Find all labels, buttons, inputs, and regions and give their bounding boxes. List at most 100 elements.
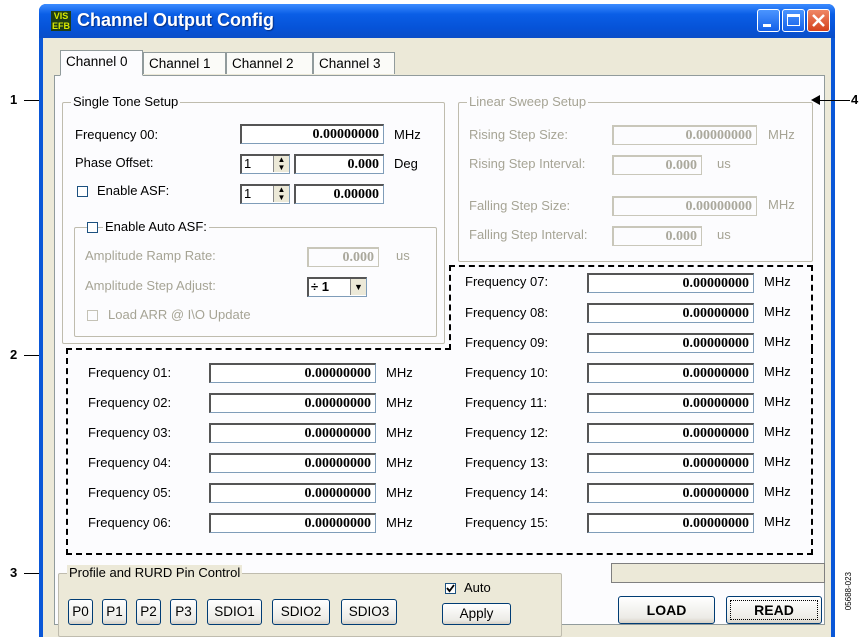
freq05-unit: MHz	[386, 485, 413, 500]
freq15-input[interactable]: 0.00000000	[587, 513, 754, 533]
freq05-label: Frequency 05:	[88, 485, 172, 500]
minimize-icon	[763, 24, 771, 27]
phase-step-spinner[interactable]: 1 ▲ ▼	[240, 154, 290, 174]
linear-sweep-legend: Linear Sweep Setup	[467, 94, 589, 109]
p2-button[interactable]: P2	[136, 599, 161, 625]
amplitude-step-adjust-value: ÷ 1	[311, 279, 329, 294]
freq03-input[interactable]: 0.00000000	[209, 423, 376, 443]
enable-auto-asf-legend: Enable Auto ASF:	[103, 219, 209, 234]
asf-step-spinner[interactable]: 1 ▲ ▼	[240, 184, 290, 204]
freq10-input[interactable]: 0.00000000	[587, 363, 754, 383]
tab-channel-0[interactable]: Channel 0	[60, 50, 143, 76]
sdio3-button[interactable]: SDIO3	[341, 599, 397, 625]
tab-channel-2[interactable]: Channel 2	[226, 52, 313, 74]
p1-button[interactable]: P1	[102, 599, 127, 625]
freq08-label: Frequency 08:	[465, 305, 549, 320]
freq12-label: Frequency 12:	[465, 425, 549, 440]
chevron-down-icon[interactable]: ▼	[350, 279, 366, 295]
freq03-label: Frequency 03:	[88, 425, 172, 440]
freq11-unit: MHz	[764, 394, 791, 409]
freq09-input[interactable]: 0.00000000	[587, 333, 754, 353]
figure-code: 05688-023	[844, 572, 853, 611]
spin-arrows-icon[interactable]: ▲ ▼	[273, 156, 289, 172]
falling-step-interval-label: Falling Step Interval:	[469, 227, 588, 242]
falling-step-size-label: Falling Step Size:	[469, 198, 571, 213]
minimize-button[interactable]	[757, 9, 780, 32]
callout-3: 3	[10, 565, 18, 580]
auto-asf-group: Enable Auto ASF: Amplitude Ramp Rate: 0.…	[74, 219, 437, 337]
falling-step-size-unit: MHz	[768, 197, 795, 212]
tab-channel-3[interactable]: Channel 3	[313, 52, 395, 74]
freq07-unit: MHz	[764, 274, 791, 289]
close-button[interactable]	[807, 9, 830, 32]
phase-offset-label: Phase Offset:	[75, 155, 154, 170]
amplitude-ramp-rate-unit: us	[396, 248, 410, 263]
freq11-input[interactable]: 0.00000000	[587, 393, 754, 413]
freq04-unit: MHz	[386, 455, 413, 470]
enable-asf-checkbox[interactable]	[77, 186, 88, 197]
callout-2: 2	[10, 347, 18, 362]
freq06-input[interactable]: 0.00000000	[209, 513, 376, 533]
rising-step-interval-label: Rising Step Interval:	[469, 156, 586, 171]
freq10-unit: MHz	[764, 364, 791, 379]
freq14-input[interactable]: 0.00000000	[587, 483, 754, 503]
spin-arrows-icon[interactable]: ▲ ▼	[273, 186, 289, 202]
tab-panel-channel-0: Single Tone Setup Frequency 00: 0.000000…	[54, 75, 825, 625]
falling-step-size-input[interactable]: 0.00000000	[612, 196, 757, 216]
frequency-profiles-highlight-top-join	[66, 348, 451, 350]
freq01-unit: MHz	[386, 365, 413, 380]
read-button[interactable]: READ	[726, 596, 822, 624]
sdio1-button[interactable]: SDIO1	[207, 599, 262, 625]
amplitude-ramp-rate-label: Amplitude Ramp Rate:	[85, 248, 216, 263]
freq01-input[interactable]: 0.00000000	[209, 363, 376, 383]
profile-pin-control-legend: Profile and RURD Pin Control	[67, 565, 243, 580]
enable-auto-asf-checkbox[interactable]	[87, 222, 98, 233]
freq02-input[interactable]: 0.00000000	[209, 393, 376, 413]
freq00-input[interactable]: 0.00000000	[240, 124, 384, 144]
freq09-label: Frequency 09:	[465, 335, 549, 350]
maximize-button[interactable]	[782, 9, 805, 32]
freq02-unit: MHz	[386, 395, 413, 410]
falling-step-interval-input[interactable]: 0.000	[612, 226, 702, 246]
apply-button[interactable]: Apply	[442, 603, 511, 625]
p0-button[interactable]: P0	[68, 599, 93, 625]
phase-offset-input[interactable]: 0.000	[294, 154, 384, 174]
freq07-input[interactable]: 0.00000000	[587, 273, 754, 293]
tab-channel-1[interactable]: Channel 1	[143, 52, 226, 74]
amplitude-step-adjust-label: Amplitude Step Adjust:	[85, 278, 216, 293]
freq12-input[interactable]: 0.00000000	[587, 423, 754, 443]
freq08-input[interactable]: 0.00000000	[587, 303, 754, 323]
rising-step-size-input[interactable]: 0.00000000	[612, 125, 757, 145]
freq12-unit: MHz	[764, 424, 791, 439]
freq00-unit: MHz	[394, 127, 421, 142]
load-button[interactable]: LOAD	[618, 596, 715, 624]
freq06-label: Frequency 06:	[88, 515, 172, 530]
freq13-input[interactable]: 0.00000000	[587, 453, 754, 473]
load-arr-label: Load ARR @ I\O Update	[108, 307, 251, 322]
profile-pin-control-group: Profile and RURD Pin Control P0 P1 P2 P3…	[58, 565, 562, 637]
amplitude-ramp-rate-input[interactable]: 0.000	[307, 247, 379, 267]
freq06-unit: MHz	[386, 515, 413, 530]
p3-button[interactable]: P3	[170, 599, 197, 625]
freq15-unit: MHz	[764, 514, 791, 529]
freq15-label: Frequency 15:	[465, 515, 549, 530]
freq08-unit: MHz	[764, 304, 791, 319]
title-bar[interactable]: VIS EFB Channel Output Config	[39, 4, 835, 38]
rising-step-interval-input[interactable]: 0.000	[612, 155, 702, 175]
amplitude-step-adjust-select[interactable]: ÷ 1 ▼	[307, 277, 367, 297]
load-arr-checkbox[interactable]	[87, 310, 98, 321]
asf-value-input[interactable]: 0.00000	[294, 184, 384, 204]
app-icon: VIS EFB	[51, 11, 71, 31]
status-field	[611, 563, 825, 583]
client-area: Channel 0 Channel 1 Channel 2 Channel 3 …	[43, 38, 831, 637]
sdio2-button[interactable]: SDIO2	[272, 599, 330, 625]
enable-asf-label: Enable ASF:	[97, 183, 170, 198]
phase-step-value: 1	[244, 156, 252, 171]
freq05-input[interactable]: 0.00000000	[209, 483, 376, 503]
phase-offset-unit: Deg	[394, 156, 418, 171]
auto-checkbox[interactable]	[445, 583, 456, 594]
freq07-label: Frequency 07:	[465, 274, 549, 289]
freq00-label: Frequency 00:	[75, 127, 159, 142]
freq04-input[interactable]: 0.00000000	[209, 453, 376, 473]
freq14-label: Frequency 14:	[465, 485, 549, 500]
